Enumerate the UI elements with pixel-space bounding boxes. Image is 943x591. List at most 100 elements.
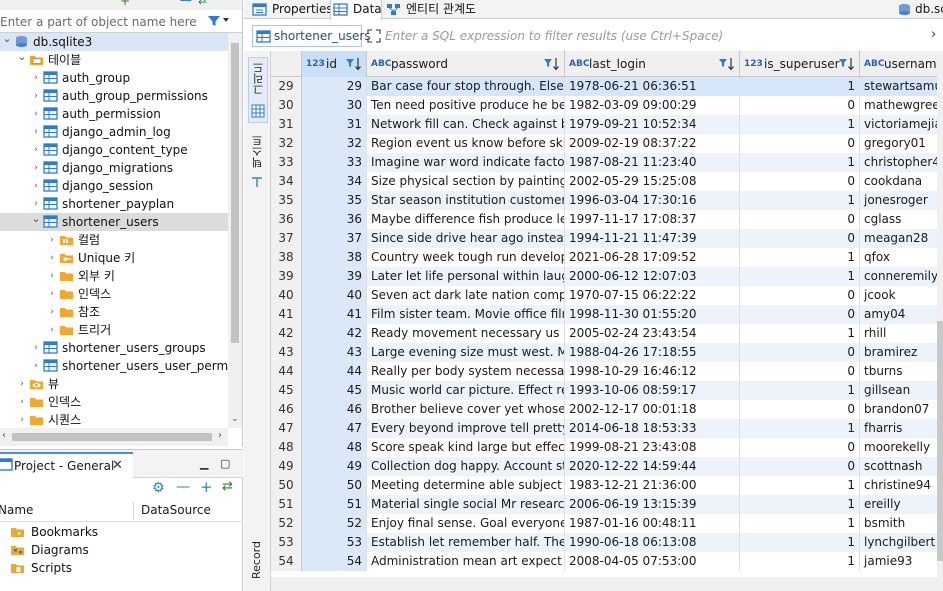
- table-row[interactable]: 5151Material single social Mr research. …: [271, 495, 937, 514]
- cell-last-login[interactable]: 2020-12-22 14:59:44: [565, 457, 740, 476]
- cell-password[interactable]: Network fill can. Check against bad: [367, 115, 565, 134]
- cell-id[interactable]: 52: [302, 514, 367, 533]
- tab-project-general[interactable]: Project - General ✕: [0, 452, 133, 478]
- cell-is-superuser[interactable]: 1: [740, 191, 860, 210]
- chevron-right-icon[interactable]: ›: [31, 123, 41, 141]
- cell-password[interactable]: Material single social Mr research. N: [367, 495, 565, 514]
- table-row[interactable]: 3434Size physical section by painting. F…: [271, 172, 937, 191]
- navigator-horizontal-scrollbar[interactable]: ‹ ›: [0, 428, 228, 446]
- cell-password[interactable]: Establish let remember half. Their ac: [367, 533, 565, 552]
- cell-last-login[interactable]: 1998-11-30 01:55:20: [565, 305, 740, 324]
- cell-last-login[interactable]: 1983-12-21 21:36:00: [565, 476, 740, 495]
- cell-username[interactable]: ereilly: [860, 495, 937, 514]
- cell-last-login[interactable]: 2000-06-12 12:07:03: [565, 267, 740, 286]
- cell-is-superuser[interactable]: 0: [740, 134, 860, 153]
- cell-last-login[interactable]: 2014-06-18 18:53:33: [565, 419, 740, 438]
- close-icon[interactable]: ✕: [112, 458, 123, 473]
- tree-node[interactable]: › django_session: [0, 177, 228, 195]
- add-connection-icon[interactable]: +: [120, 0, 130, 8]
- sort-filter-icon[interactable]: [543, 56, 561, 72]
- project-item[interactable]: Scripts: [0, 559, 243, 577]
- cell-id[interactable]: 45: [302, 381, 367, 400]
- cell-password[interactable]: Later let life personal within laugh li: [367, 267, 565, 286]
- cell-last-login[interactable]: 2006-06-19 13:15:39: [565, 495, 740, 514]
- link-icon[interactable]: ⇄: [222, 479, 233, 494]
- table-row[interactable]: 4242Ready movement necessary us it ne200…: [271, 324, 937, 343]
- tree-node[interactable]: › 시퀀스: [0, 411, 228, 428]
- table-row[interactable]: 3030Ten need positive produce he best s1…: [271, 96, 937, 115]
- side-tab-grid[interactable]: 그리드: [248, 57, 268, 123]
- collapse-all-icon[interactable]: —: [180, 0, 192, 7]
- sql-filter-input[interactable]: [385, 26, 925, 46]
- cell-last-login[interactable]: 1970-07-15 06:22:22: [565, 286, 740, 305]
- grid-horizontal-scrollbar[interactable]: [271, 577, 943, 591]
- cell-is-superuser[interactable]: 0: [740, 400, 860, 419]
- filter-icon[interactable]: [207, 14, 221, 28]
- scrollbar-thumb[interactable]: [937, 321, 943, 561]
- chevron-down-icon[interactable]: ⌄: [31, 210, 41, 228]
- project-item[interactable]: Bookmarks: [0, 523, 243, 541]
- chevron-right-icon[interactable]: ›: [31, 87, 41, 105]
- cell-username[interactable]: brandon07: [860, 400, 937, 419]
- cell-last-login[interactable]: 1988-04-26 17:18:55: [565, 343, 740, 362]
- cell-last-login[interactable]: 1996-03-04 17:30:16: [565, 191, 740, 210]
- cell-is-superuser[interactable]: 1: [740, 533, 860, 552]
- tree-node[interactable]: › auth_group_permissions: [0, 87, 228, 105]
- cell-last-login[interactable]: 1979-09-21 10:52:34: [565, 115, 740, 134]
- chevron-right-icon[interactable]: ›: [31, 141, 41, 159]
- cell-is-superuser[interactable]: 0: [740, 438, 860, 457]
- tree-node[interactable]: › django_admin_log: [0, 123, 228, 141]
- cell-id[interactable]: 30: [302, 96, 367, 115]
- cell-username[interactable]: rhill: [860, 324, 937, 343]
- cell-password[interactable]: Large evening size must west. Medi: [367, 343, 565, 362]
- cell-username[interactable]: cglass: [860, 210, 937, 229]
- tree-node[interactable]: › 인덱스: [0, 285, 228, 303]
- table-row[interactable]: 40 40 Seven act dark late nation compare 19…: [271, 286, 937, 305]
- cell-password[interactable]: Administration mean art expect me: [367, 552, 565, 571]
- cell-id[interactable]: 47: [302, 419, 367, 438]
- tree-node[interactable]: › shortener_users_user_permissions: [0, 357, 228, 375]
- cell-is-superuser[interactable]: 0: [740, 457, 860, 476]
- chevron-down-icon[interactable]: ⌄: [2, 33, 12, 48]
- table-row[interactable]: 4444Really per body system necessary b19…: [271, 362, 937, 381]
- cell-is-superuser[interactable]: 1: [740, 419, 860, 438]
- table-row[interactable]: 54 54 Administration mean art expect me 200…: [271, 552, 937, 571]
- chevron-right-icon[interactable]: ›: [17, 375, 27, 393]
- tree-node[interactable]: › 컬럼: [0, 231, 228, 249]
- chevron-right-icon[interactable]: ›: [31, 69, 41, 87]
- cell-username[interactable]: christopher4: [860, 153, 937, 172]
- scrollbar-thumb[interactable]: [12, 433, 212, 441]
- chevron-right-icon[interactable]: ›: [17, 393, 27, 411]
- side-tab-text[interactable]: 텍스트: [249, 135, 267, 195]
- cell-last-login[interactable]: 1998-10-29 16:46:12: [565, 362, 740, 381]
- cell-password[interactable]: Enjoy final sense. Goal everyone fina: [367, 514, 565, 533]
- tree-node[interactable]: › 뷰: [0, 375, 228, 393]
- cell-username[interactable]: mathewgreen: [860, 96, 937, 115]
- tree-node[interactable]: › 트리거: [0, 321, 228, 339]
- cell-id[interactable]: 54: [302, 552, 367, 571]
- tab-data[interactable]: Data: [330, 0, 382, 20]
- table-row[interactable]: 3838Country week tough run developme2021…: [271, 248, 937, 267]
- cell-password[interactable]: Really per body system necessary b: [367, 362, 565, 381]
- table-name-chip[interactable]: shortener_users: [252, 25, 371, 47]
- tree-node[interactable]: ⌄ db.sqlite3: [0, 33, 228, 51]
- cell-password[interactable]: Every beyond improve tell pretty rec: [367, 419, 565, 438]
- cell-id[interactable]: 51: [302, 495, 367, 514]
- cell-last-login[interactable]: 1997-11-17 17:08:37: [565, 210, 740, 229]
- chevron-right-icon[interactable]: ›: [17, 411, 27, 428]
- cell-is-superuser[interactable]: 1: [740, 381, 860, 400]
- tree-node[interactable]: › shortener_users_groups: [0, 339, 228, 357]
- cell-password[interactable]: Ten need positive produce he best s: [367, 96, 565, 115]
- cell-username[interactable]: bramirez: [860, 343, 937, 362]
- cell-username[interactable]: scottnash: [860, 457, 937, 476]
- cell-password[interactable]: Score speak kind large but effect M: [367, 438, 565, 457]
- cell-username[interactable]: cookdana: [860, 172, 937, 191]
- tree-node[interactable]: › 외부 키: [0, 267, 228, 285]
- table-row[interactable]: 4646Brother believe cover yet whose rec2…: [271, 400, 937, 419]
- chevron-right-icon[interactable]: ›: [31, 357, 41, 375]
- table-row[interactable]: 48 48 Score speak kind large but effect M1…: [271, 438, 937, 457]
- tree-node[interactable]: › 참조: [0, 303, 228, 321]
- navigator-vertical-scrollbar[interactable]: ⌄: [228, 33, 242, 428]
- cell-id[interactable]: 49: [302, 457, 367, 476]
- tree-node[interactable]: › django_migrations: [0, 159, 228, 177]
